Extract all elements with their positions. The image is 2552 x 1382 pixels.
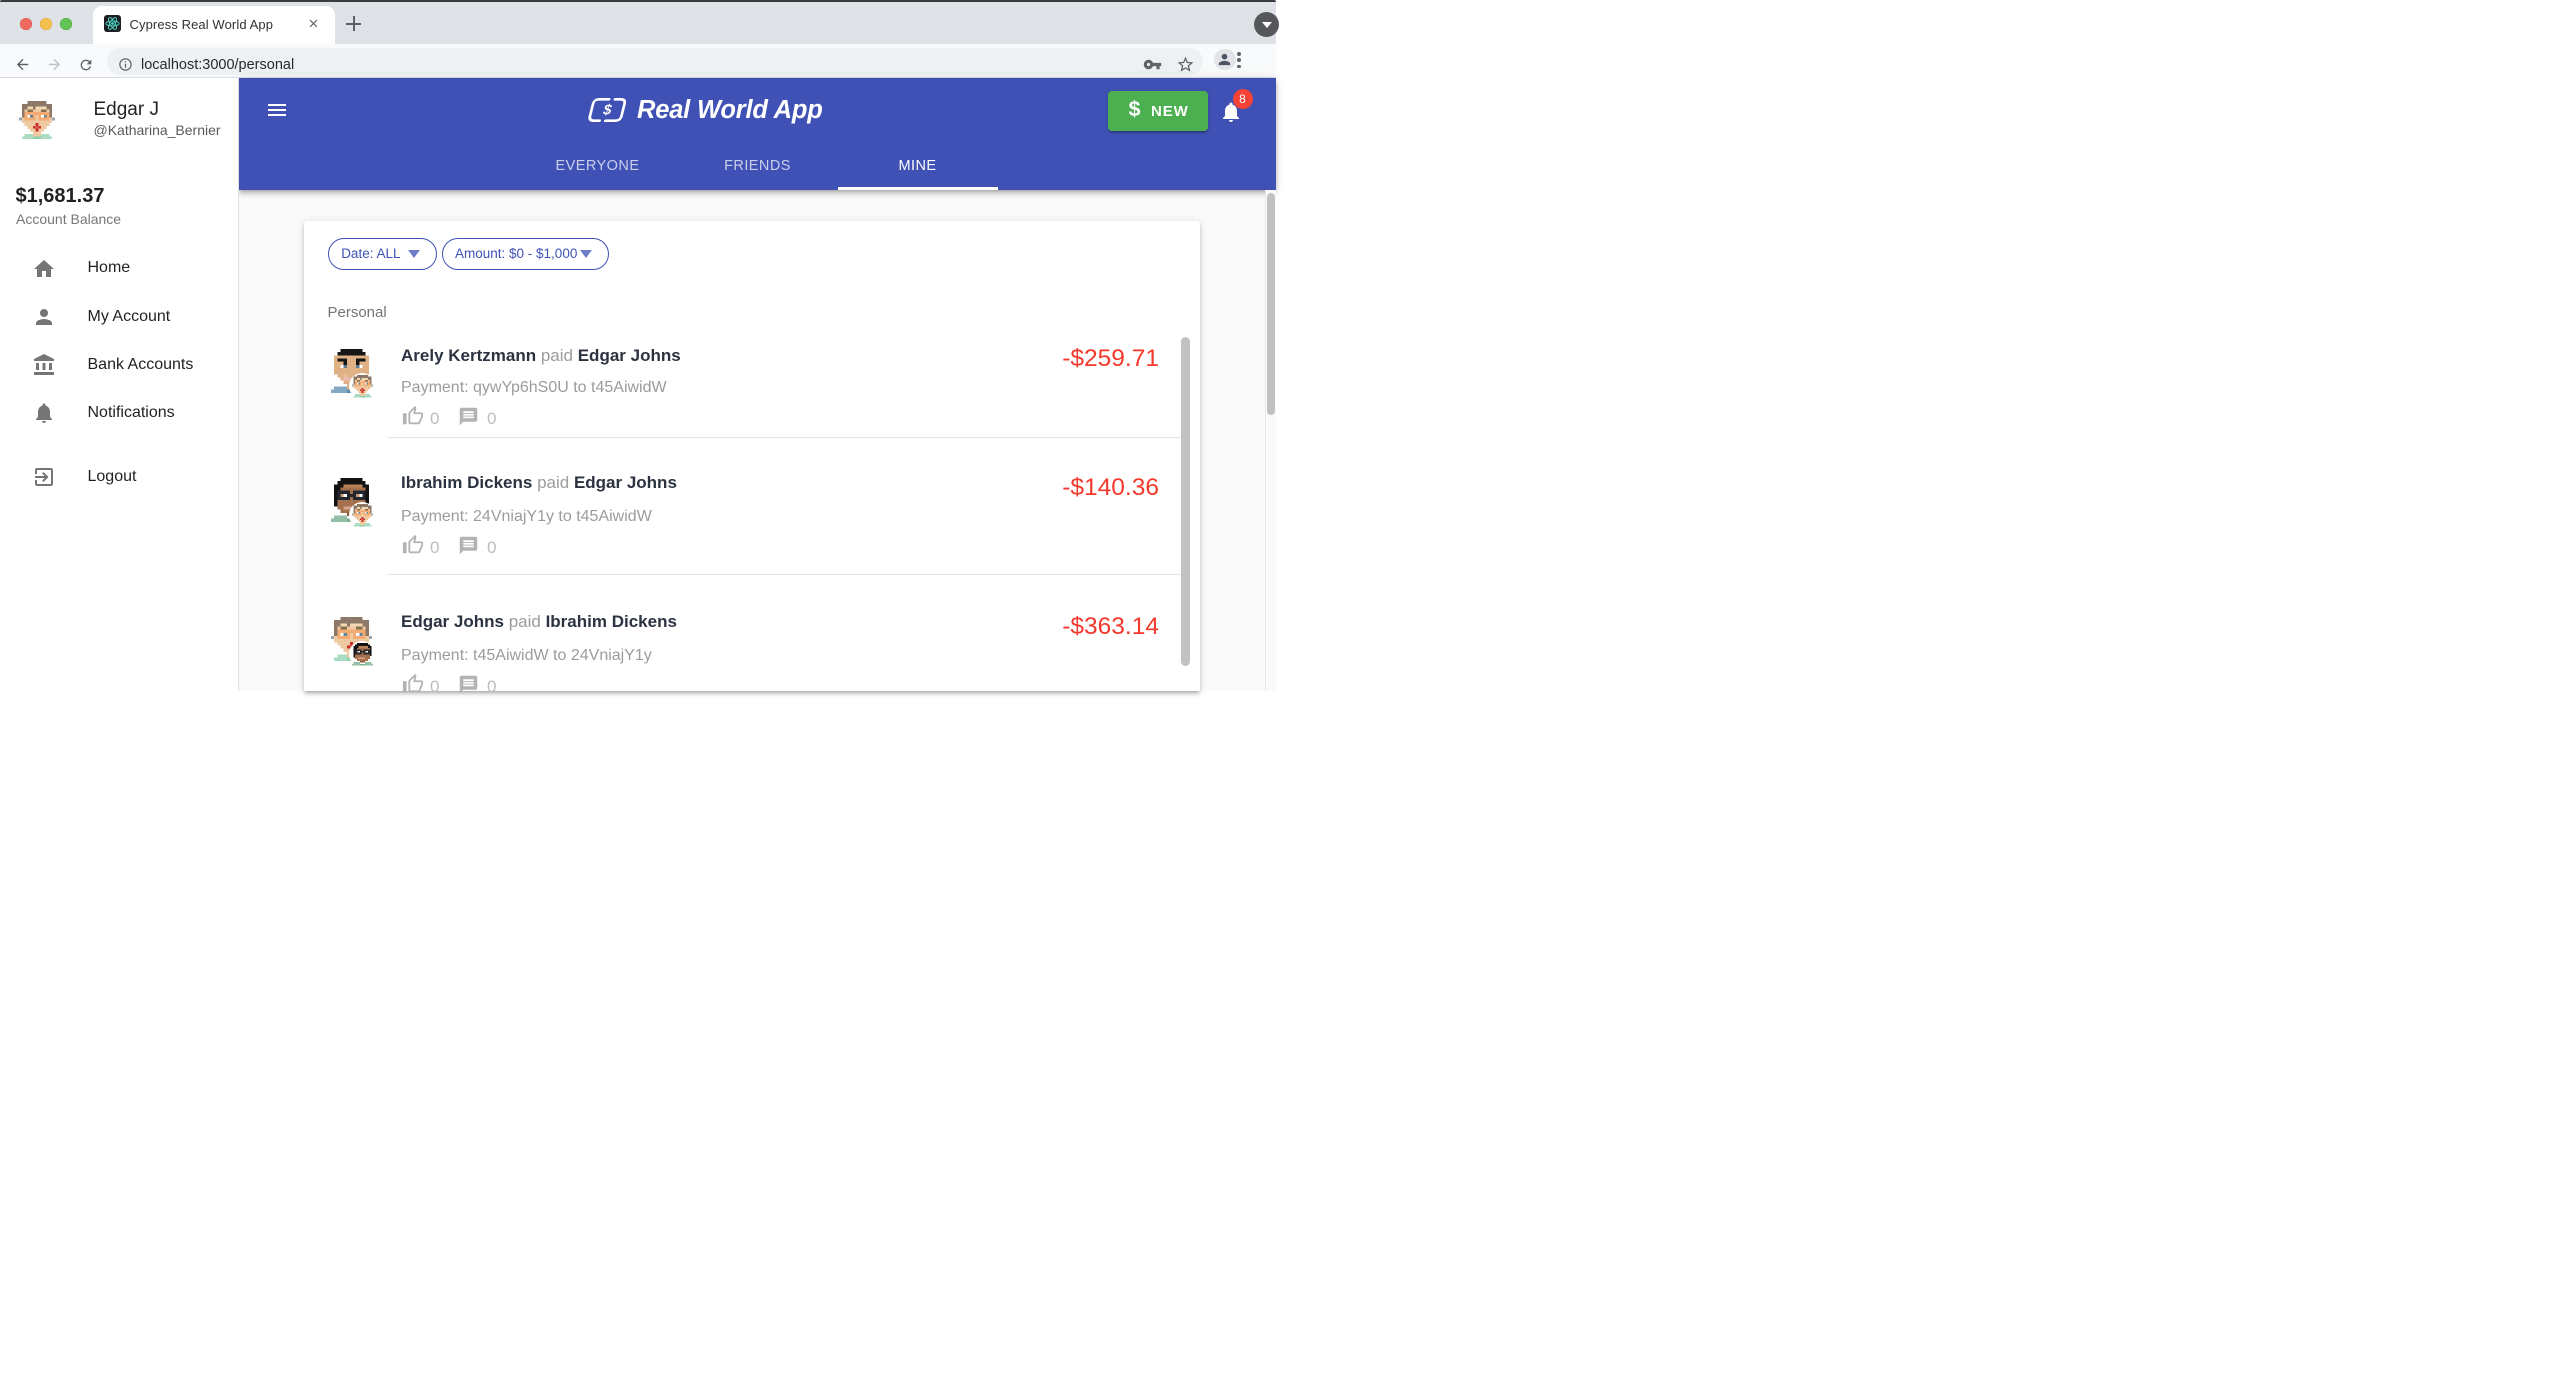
svg-text:$: $ [601, 103, 613, 119]
